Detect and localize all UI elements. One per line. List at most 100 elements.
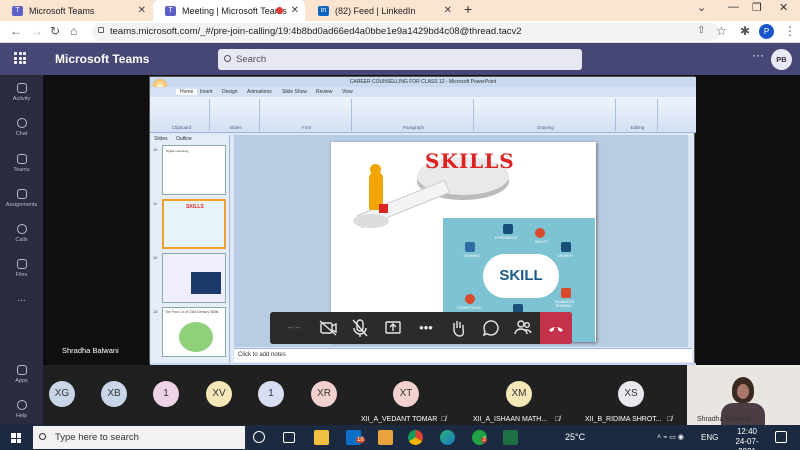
outline-tab: Outline [176,136,192,142]
close-icon[interactable]: ✕ [291,5,299,16]
participant-avatar[interactable]: XR [311,381,337,407]
file-explorer-icon[interactable] [378,430,393,445]
user-avatar[interactable]: PB [771,49,792,70]
participant-avatar[interactable]: 1 [258,381,284,407]
participant-name: XII_A_ISHAAN MATH... [473,416,548,423]
cortana-icon[interactable] [253,431,265,443]
search-input[interactable]: Search [218,49,582,70]
skill-label: EXPERIENCE [495,236,518,240]
browser-tab-teams[interactable]: T Microsoft Teams ✕ [0,0,152,21]
phone-icon [16,224,27,234]
system-tray-icons[interactable]: ˄ ⌁ ▭ ◉ [657,433,684,441]
rail-item-teams[interactable]: Teams [0,154,43,173]
bell-icon [16,83,27,93]
participant-avatar[interactable]: XS [618,381,644,407]
more-actions-button[interactable]: ••• [410,312,442,344]
rail-item-chat[interactable]: Chat [0,118,43,137]
camera-toggle-button[interactable] [312,312,344,344]
windows-start-icon[interactable] [11,433,21,443]
skill-label: ADVANCED TRAINING [555,300,575,308]
participant-name: XII_A_VEDANT TOMAR [361,416,438,423]
share-icon[interactable]: ⇧ [697,25,705,36]
participant-avatar[interactable]: 1 [153,381,179,407]
chrome-icon[interactable] [408,430,423,445]
restore-button[interactable]: ❐ [752,1,762,14]
task-view-icon[interactable] [283,432,295,443]
raise-hand-button[interactable] [442,312,474,344]
ppt-tab: Animations [247,89,272,95]
thumb-number: 10 [153,147,158,152]
competence-icon [465,294,475,304]
rail-item-more[interactable]: ... [0,293,43,304]
ribbon-group-drawing: Drawing [476,99,616,131]
rail-item-apps[interactable]: Apps [0,365,43,384]
apps-icon [16,365,27,375]
language-indicator[interactable]: ENG [701,433,718,442]
back-icon[interactable]: ← [10,24,22,38]
participants-button[interactable] [507,312,539,344]
mic-toggle-button[interactable] [344,312,376,344]
help-icon [16,400,27,410]
chat-button[interactable] [475,312,507,344]
leave-call-button[interactable] [540,312,572,344]
teams-header: Microsoft Teams Search ··· PB [0,43,800,75]
weather-widget[interactable]: 25°C [565,432,585,442]
extensions-icon[interactable]: ✱ [740,24,750,38]
lock-icon[interactable] [98,27,104,33]
tab-title: (82) Feed | LinkedIn [335,5,416,16]
address-bar-row: ← → ↻ ⌂ teams.microsoft.com/_#/pre-join-… [0,21,800,43]
taskbar-clock[interactable]: 12:40 24-07-2021 [728,427,766,450]
app-launcher-icon[interactable] [14,52,26,64]
url-field[interactable]: teams.microsoft.com/_#/pre-join-calling/… [92,23,720,41]
clock-time: 12:40 [736,427,758,436]
skill-label: GROWTH [557,254,573,258]
ppt-tab: Home [176,89,198,95]
taskbar-search-input[interactable]: Type here to search [33,426,245,449]
participant-avatar[interactable]: XV [206,381,232,407]
browser-tab-meeting[interactable]: T Meeting | Microsoft Teams ✕ [153,0,305,21]
browser-tab-linkedin[interactable]: in (82) Feed | LinkedIn ✕ [306,0,458,21]
rail-item-activity[interactable]: Activity [0,83,43,102]
reload-icon[interactable]: ↻ [50,24,60,38]
edge-icon[interactable] [440,430,455,445]
rail-item-help[interactable]: Help [0,400,43,419]
teams-icon: T [12,5,23,16]
rail-item-assignments[interactable]: Assignments [0,189,43,208]
thumb-number: 11 [153,201,158,206]
recording-icon [276,7,283,14]
participant-avatar[interactable]: XT [393,381,419,407]
more-options-icon[interactable]: ··· [752,48,764,62]
share-content-button[interactable] [377,312,409,344]
tab-search-icon[interactable]: ⌄ [697,1,706,14]
participant-avatar[interactable]: XB [101,381,127,407]
excel-icon[interactable] [503,430,518,445]
participant-avatar[interactable]: XG [49,381,75,407]
bookmark-star-icon[interactable]: ☆ [716,24,727,38]
rail-item-calls[interactable]: Calls [0,224,43,243]
close-icon[interactable]: ✕ [444,5,452,16]
presenter-name: Shradha Balwani [62,346,119,355]
close-window-button[interactable]: ✕ [779,1,788,14]
thumbnail-image [179,322,213,352]
ability-icon [535,228,545,238]
people-icon [514,320,532,335]
experience-icon [503,224,513,234]
file-icon [16,259,27,269]
mail-badge: 18 [356,437,365,443]
base-platform-image [353,214,389,228]
notification-center-icon[interactable] [775,431,787,443]
rail-item-files[interactable]: Files [0,259,43,278]
assignments-icon [16,189,27,199]
new-tab-button[interactable]: + [464,1,472,17]
participant-avatar[interactable]: XM [506,381,532,407]
close-icon[interactable]: ✕ [138,5,146,16]
profile-avatar[interactable]: P [759,24,774,39]
store-icon[interactable] [314,430,329,445]
presenter-video-tile[interactable]: Shradha Balwani [687,365,800,425]
home-icon[interactable]: ⌂ [70,24,77,38]
menu-icon[interactable]: ⋮ [784,24,796,38]
slides-tab: Slides [154,136,168,142]
slide-thumbnail [162,253,226,303]
minimize-button[interactable]: — [728,1,739,13]
forward-icon[interactable]: → [31,24,43,38]
